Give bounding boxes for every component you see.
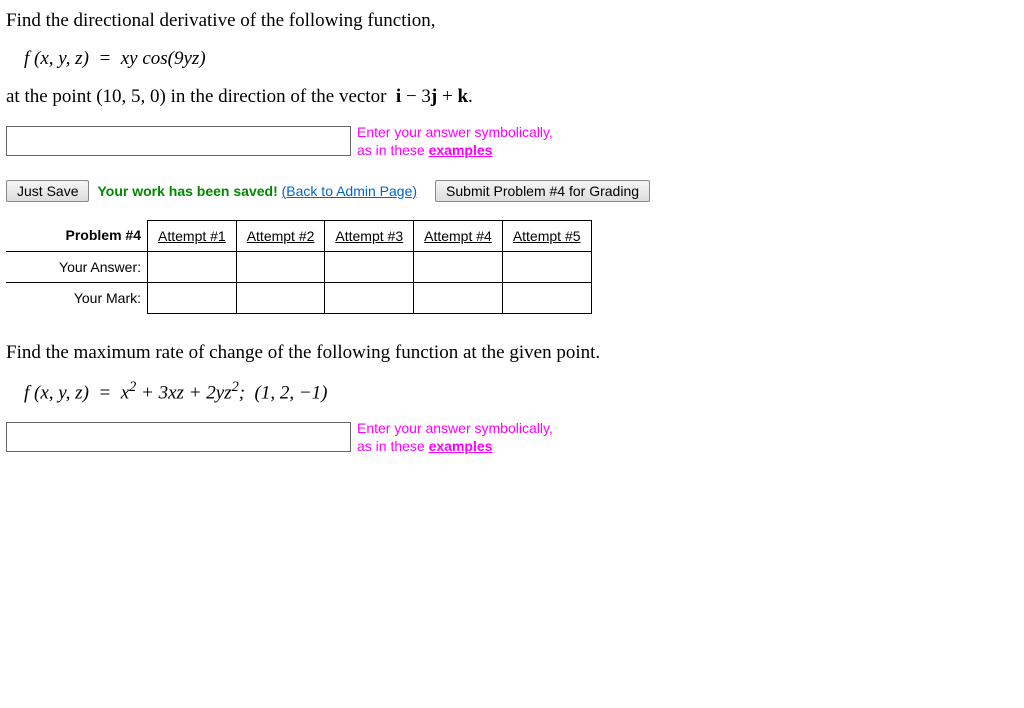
problem4-hint: Enter your answer symbolically, as in th… [357,123,553,159]
cell-answer-1 [148,251,237,282]
action-row: Just Save Your work has been saved! (Bac… [6,180,1018,202]
cell-answer-3 [325,251,414,282]
problem4-tail: at the point (10, 5, 0) in the direction… [6,84,1018,110]
cell-mark-5 [502,282,591,313]
problem5-equation: f (x, y, z) = x2 + 3xz + 2yz2; (1, 2, −1… [24,379,1018,404]
attempts-table: Problem #4 Attempt #1 Attempt #2 Attempt… [6,220,592,314]
attempt-header-2[interactable]: Attempt #2 [236,220,325,251]
problem4-equation: f (x, y, z) = xy cos(9yz) [24,48,1018,70]
attempt-header-1[interactable]: Attempt #1 [148,220,237,251]
problem5-answer-row: Enter your answer symbolically, as in th… [6,419,1018,455]
attempts-problem-label: Problem #4 [6,220,148,251]
problem4-intro: Find the directional derivative of the f… [6,8,1018,34]
saved-message: Your work has been saved! (Back to Admin… [97,183,417,199]
cell-mark-3 [325,282,414,313]
attempt-header-5[interactable]: Attempt #5 [502,220,591,251]
submit-problem4-button[interactable]: Submit Problem #4 for Grading [435,180,650,202]
problem4-answer-row: Enter your answer symbolically, as in th… [6,123,1018,159]
problem4-answer-input[interactable] [6,126,351,156]
attempt-header-4[interactable]: Attempt #4 [414,220,503,251]
problem5-answer-input[interactable] [6,422,351,452]
examples-link-2[interactable]: examples [429,438,493,454]
back-to-admin-link[interactable]: (Back to Admin Page) [282,183,417,199]
just-save-button[interactable]: Just Save [6,180,89,202]
row-label-mark: Your Mark: [6,282,148,313]
problem5-intro: Find the maximum rate of change of the f… [6,340,1018,366]
problem5-hint: Enter your answer symbolically, as in th… [357,419,553,455]
cell-mark-4 [414,282,503,313]
cell-answer-4 [414,251,503,282]
cell-mark-2 [236,282,325,313]
examples-link-1[interactable]: examples [429,142,493,158]
cell-answer-2 [236,251,325,282]
cell-mark-1 [148,282,237,313]
row-label-answer: Your Answer: [6,251,148,282]
cell-answer-5 [502,251,591,282]
attempt-header-3[interactable]: Attempt #3 [325,220,414,251]
